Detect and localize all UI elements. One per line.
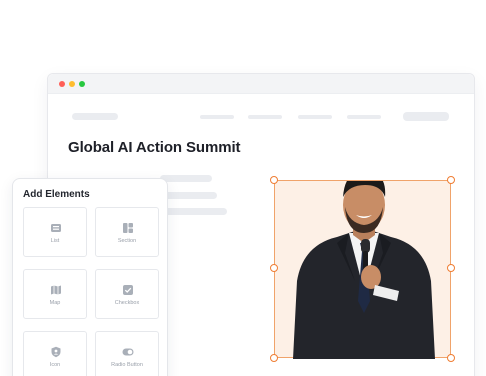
panel-title: Add Elements [23,189,90,200]
element-tile-list[interactable]: List [23,207,87,257]
selected-image-frame[interactable] [270,176,455,362]
add-elements-panel: Add Elements List Section Map Checkbox I… [12,178,168,376]
tile-label: List [50,238,60,244]
close-window-dot[interactable] [59,81,65,87]
tile-label: Icon [49,362,61,368]
resize-handle-bottom-right[interactable] [447,354,455,362]
element-tile-icon[interactable]: Icon [23,331,87,376]
tile-label: Section [117,238,137,244]
map-icon [51,285,61,295]
radio-button-icon [122,348,134,356]
page-title: Global AI Action Summit [68,139,241,156]
tile-label: Radio Button [111,362,143,368]
element-tile-checkbox[interactable]: Checkbox [95,269,159,319]
resize-handle-bottom-left[interactable] [270,354,278,362]
nav-link-placeholder[interactable] [347,115,381,119]
canvas: Global AI Action Summit Add Elements Lis… [0,0,486,376]
resize-handle-middle-right[interactable] [447,264,455,272]
tile-label: Map [49,300,61,306]
resize-handle-top-left[interactable] [270,176,278,184]
tile-label: Checkbox [114,300,140,306]
logo-placeholder [72,113,118,120]
browser-title-bar [48,74,474,94]
speaker-photo [293,181,435,359]
nav-button-placeholder[interactable] [403,112,449,121]
element-tile-section[interactable]: Section [95,207,159,257]
element-tile-map[interactable]: Map [23,269,87,319]
text-line-placeholder [160,175,212,182]
shield-icon [51,346,61,358]
checkbox-icon [123,285,133,295]
minimize-window-dot[interactable] [69,81,75,87]
text-line-placeholder [160,208,227,215]
resize-handle-top-right[interactable] [447,176,455,184]
section-icon [123,223,133,233]
list-icon [51,224,61,232]
nav-link-placeholder[interactable] [200,115,234,119]
resize-handle-middle-left[interactable] [270,264,278,272]
nav-link-placeholder[interactable] [298,115,332,119]
nav-link-placeholder[interactable] [248,115,282,119]
text-line-placeholder [160,192,217,199]
element-tile-radio-button[interactable]: Radio Button [95,331,159,376]
maximize-window-dot[interactable] [79,81,85,87]
